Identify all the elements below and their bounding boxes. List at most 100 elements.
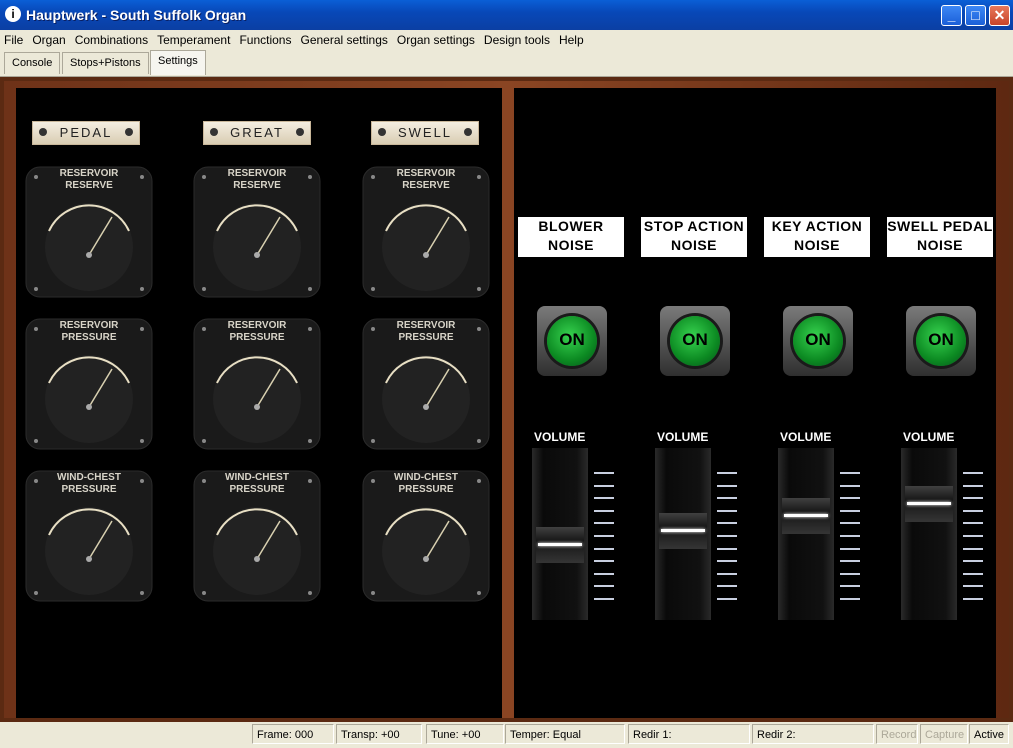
menu-combinations[interactable]: Combinations bbox=[71, 30, 153, 47]
gauge-label-line2: PRESSURE bbox=[398, 332, 454, 343]
status-transpose: Transp: +00 bbox=[336, 724, 422, 744]
volume-scale-tick bbox=[717, 547, 737, 550]
key-action-noise-label: KEY ACTION NOISE bbox=[764, 217, 870, 257]
volume-scale-tick bbox=[840, 598, 860, 600]
volume-scale-tick bbox=[963, 484, 983, 487]
maximize-icon: □ bbox=[971, 7, 980, 23]
stop-action-noise-label: STOP ACTION NOISE bbox=[641, 217, 747, 257]
volume-scale-tick bbox=[594, 509, 614, 512]
menu-functions[interactable]: Functions bbox=[235, 30, 296, 47]
slider-handle[interactable] bbox=[536, 527, 584, 563]
gauge-label-line1: RESERVOIR bbox=[396, 320, 456, 331]
swell-pedal-noise-toggle[interactable]: ON bbox=[906, 306, 976, 376]
swell-pedal-volume-label: VOLUME bbox=[903, 430, 955, 444]
menu-organ-settings[interactable]: Organ settings bbox=[393, 30, 480, 47]
menu-file[interactable]: File bbox=[0, 30, 28, 47]
toggle-state-label: ON bbox=[559, 330, 585, 349]
blower-noise-toggle[interactable]: ON bbox=[537, 306, 607, 376]
blower-volume-label: VOLUME bbox=[534, 430, 586, 444]
gauge-pressure-pedal: RESERVOIR PRESSURE bbox=[24, 317, 154, 451]
volume-scale-tick bbox=[963, 472, 983, 474]
blower-volume-slider[interactable] bbox=[532, 448, 588, 620]
swell-pedal-volume-slider[interactable] bbox=[901, 448, 957, 620]
volume-scale-tick bbox=[717, 472, 737, 474]
slider-handle[interactable] bbox=[905, 486, 953, 522]
status-capture: Capture bbox=[920, 724, 968, 744]
gauge-label-line2: PRESSURE bbox=[398, 484, 454, 495]
gauge-windchest-swell: WIND-CHEST PRESSURE bbox=[361, 469, 491, 603]
gauge-reserve-great: RESERVOIR RESERVE bbox=[192, 165, 322, 299]
tab-settings[interactable]: Settings bbox=[150, 50, 206, 75]
slider-handle[interactable] bbox=[782, 498, 830, 534]
slider-handle[interactable] bbox=[659, 513, 707, 549]
gauge-label-line2: PRESSURE bbox=[229, 332, 285, 343]
tab-bar: Console Stops+Pistons Settings bbox=[0, 50, 1013, 77]
toggle-state-label: ON bbox=[682, 330, 708, 349]
menu-temperament[interactable]: Temperament bbox=[153, 30, 235, 47]
volume-scale-tick bbox=[594, 547, 614, 550]
volume-scale-tick bbox=[594, 472, 614, 474]
gauge-reserve-pedal: RESERVOIR RESERVE bbox=[24, 165, 154, 299]
status-tune: Tune: +00 bbox=[426, 724, 504, 744]
volume-scale-tick bbox=[594, 522, 614, 525]
division-great-button[interactable]: GREAT bbox=[203, 121, 311, 145]
volume-scale-tick bbox=[717, 522, 737, 525]
key-action-volume-slider[interactable] bbox=[778, 448, 834, 620]
volume-scale-tick bbox=[840, 522, 860, 525]
volume-scale-tick bbox=[840, 484, 860, 487]
menu-help[interactable]: Help bbox=[555, 30, 589, 47]
toggle-state-label: ON bbox=[805, 330, 831, 349]
close-button[interactable]: ✕ bbox=[989, 5, 1010, 26]
key-action-volume-label: VOLUME bbox=[780, 430, 832, 444]
window-title: Hauptwerk - South Suffolk Organ bbox=[26, 7, 247, 23]
volume-scale-tick bbox=[594, 535, 614, 537]
stop-action-noise-toggle[interactable]: ON bbox=[660, 306, 730, 376]
tab-stops-pistons[interactable]: Stops+Pistons bbox=[62, 52, 149, 74]
menu-general-settings[interactable]: General settings bbox=[296, 30, 392, 47]
volume-scale-tick bbox=[594, 484, 614, 487]
volume-scale-tick bbox=[717, 598, 737, 600]
division-swell-button[interactable]: SWELL bbox=[371, 121, 479, 145]
menu-bar: File Organ Combinations Temperament Function… bbox=[0, 30, 1013, 50]
volume-scale-tick bbox=[840, 535, 860, 537]
key-action-noise-toggle[interactable]: ON bbox=[783, 306, 853, 376]
status-redirect-1: Redir 1: bbox=[628, 724, 750, 744]
gauge-label-line2: PRESSURE bbox=[229, 484, 285, 495]
volume-scale-tick bbox=[717, 484, 737, 487]
volume-scale-tick bbox=[717, 572, 737, 575]
volume-scale-tick bbox=[963, 547, 983, 550]
gauge-label-line1: RESERVOIR bbox=[59, 168, 119, 179]
app-icon[interactable]: i bbox=[5, 6, 21, 22]
volume-scale-tick bbox=[594, 560, 614, 563]
organ-console: PEDAL GREAT SWELL RESERVOIR RESERVE RESERV… bbox=[0, 77, 1013, 722]
close-icon: ✕ bbox=[993, 7, 1006, 23]
tab-console[interactable]: Console bbox=[4, 52, 61, 74]
gauge-label-line2: PRESSURE bbox=[61, 332, 117, 343]
stop-action-volume-slider[interactable] bbox=[655, 448, 711, 620]
maximize-button[interactable]: □ bbox=[965, 5, 986, 26]
volume-scale-tick bbox=[840, 560, 860, 563]
volume-scale-tick bbox=[594, 572, 614, 575]
gauge-label-line2: RESERVE bbox=[402, 180, 450, 191]
menu-organ[interactable]: Organ bbox=[28, 30, 70, 47]
menu-design-tools[interactable]: Design tools bbox=[480, 30, 555, 47]
status-temperament: Temper: Equal bbox=[505, 724, 625, 744]
gauge-label-line1: RESERVOIR bbox=[227, 320, 287, 331]
division-pedal-button[interactable]: PEDAL bbox=[32, 121, 140, 145]
volume-scale-tick bbox=[840, 472, 860, 474]
status-redirect-2: Redir 2: bbox=[752, 724, 874, 744]
title-bar: i Hauptwerk - South Suffolk Organ _ □ ✕ bbox=[0, 0, 1013, 30]
noise-panel: BLOWER NOISE ON VOLUME STOP ACTION NOISE ON VOL… bbox=[514, 88, 996, 718]
minimize-button[interactable]: _ bbox=[941, 5, 962, 26]
volume-scale-tick bbox=[840, 572, 860, 575]
volume-scale-tick bbox=[717, 535, 737, 537]
gauge-label-line1: RESERVOIR bbox=[396, 168, 456, 179]
blower-noise-label: BLOWER NOISE bbox=[518, 217, 624, 257]
gauge-label-line1: WIND-CHEST bbox=[394, 472, 458, 483]
volume-scale-tick bbox=[717, 497, 737, 500]
status-record: Record bbox=[876, 724, 918, 744]
gauge-pressure-great: RESERVOIR PRESSURE bbox=[192, 317, 322, 451]
volume-scale-tick bbox=[963, 585, 983, 588]
gauge-windchest-great: WIND-CHEST PRESSURE bbox=[192, 469, 322, 603]
volume-scale-tick bbox=[717, 585, 737, 588]
